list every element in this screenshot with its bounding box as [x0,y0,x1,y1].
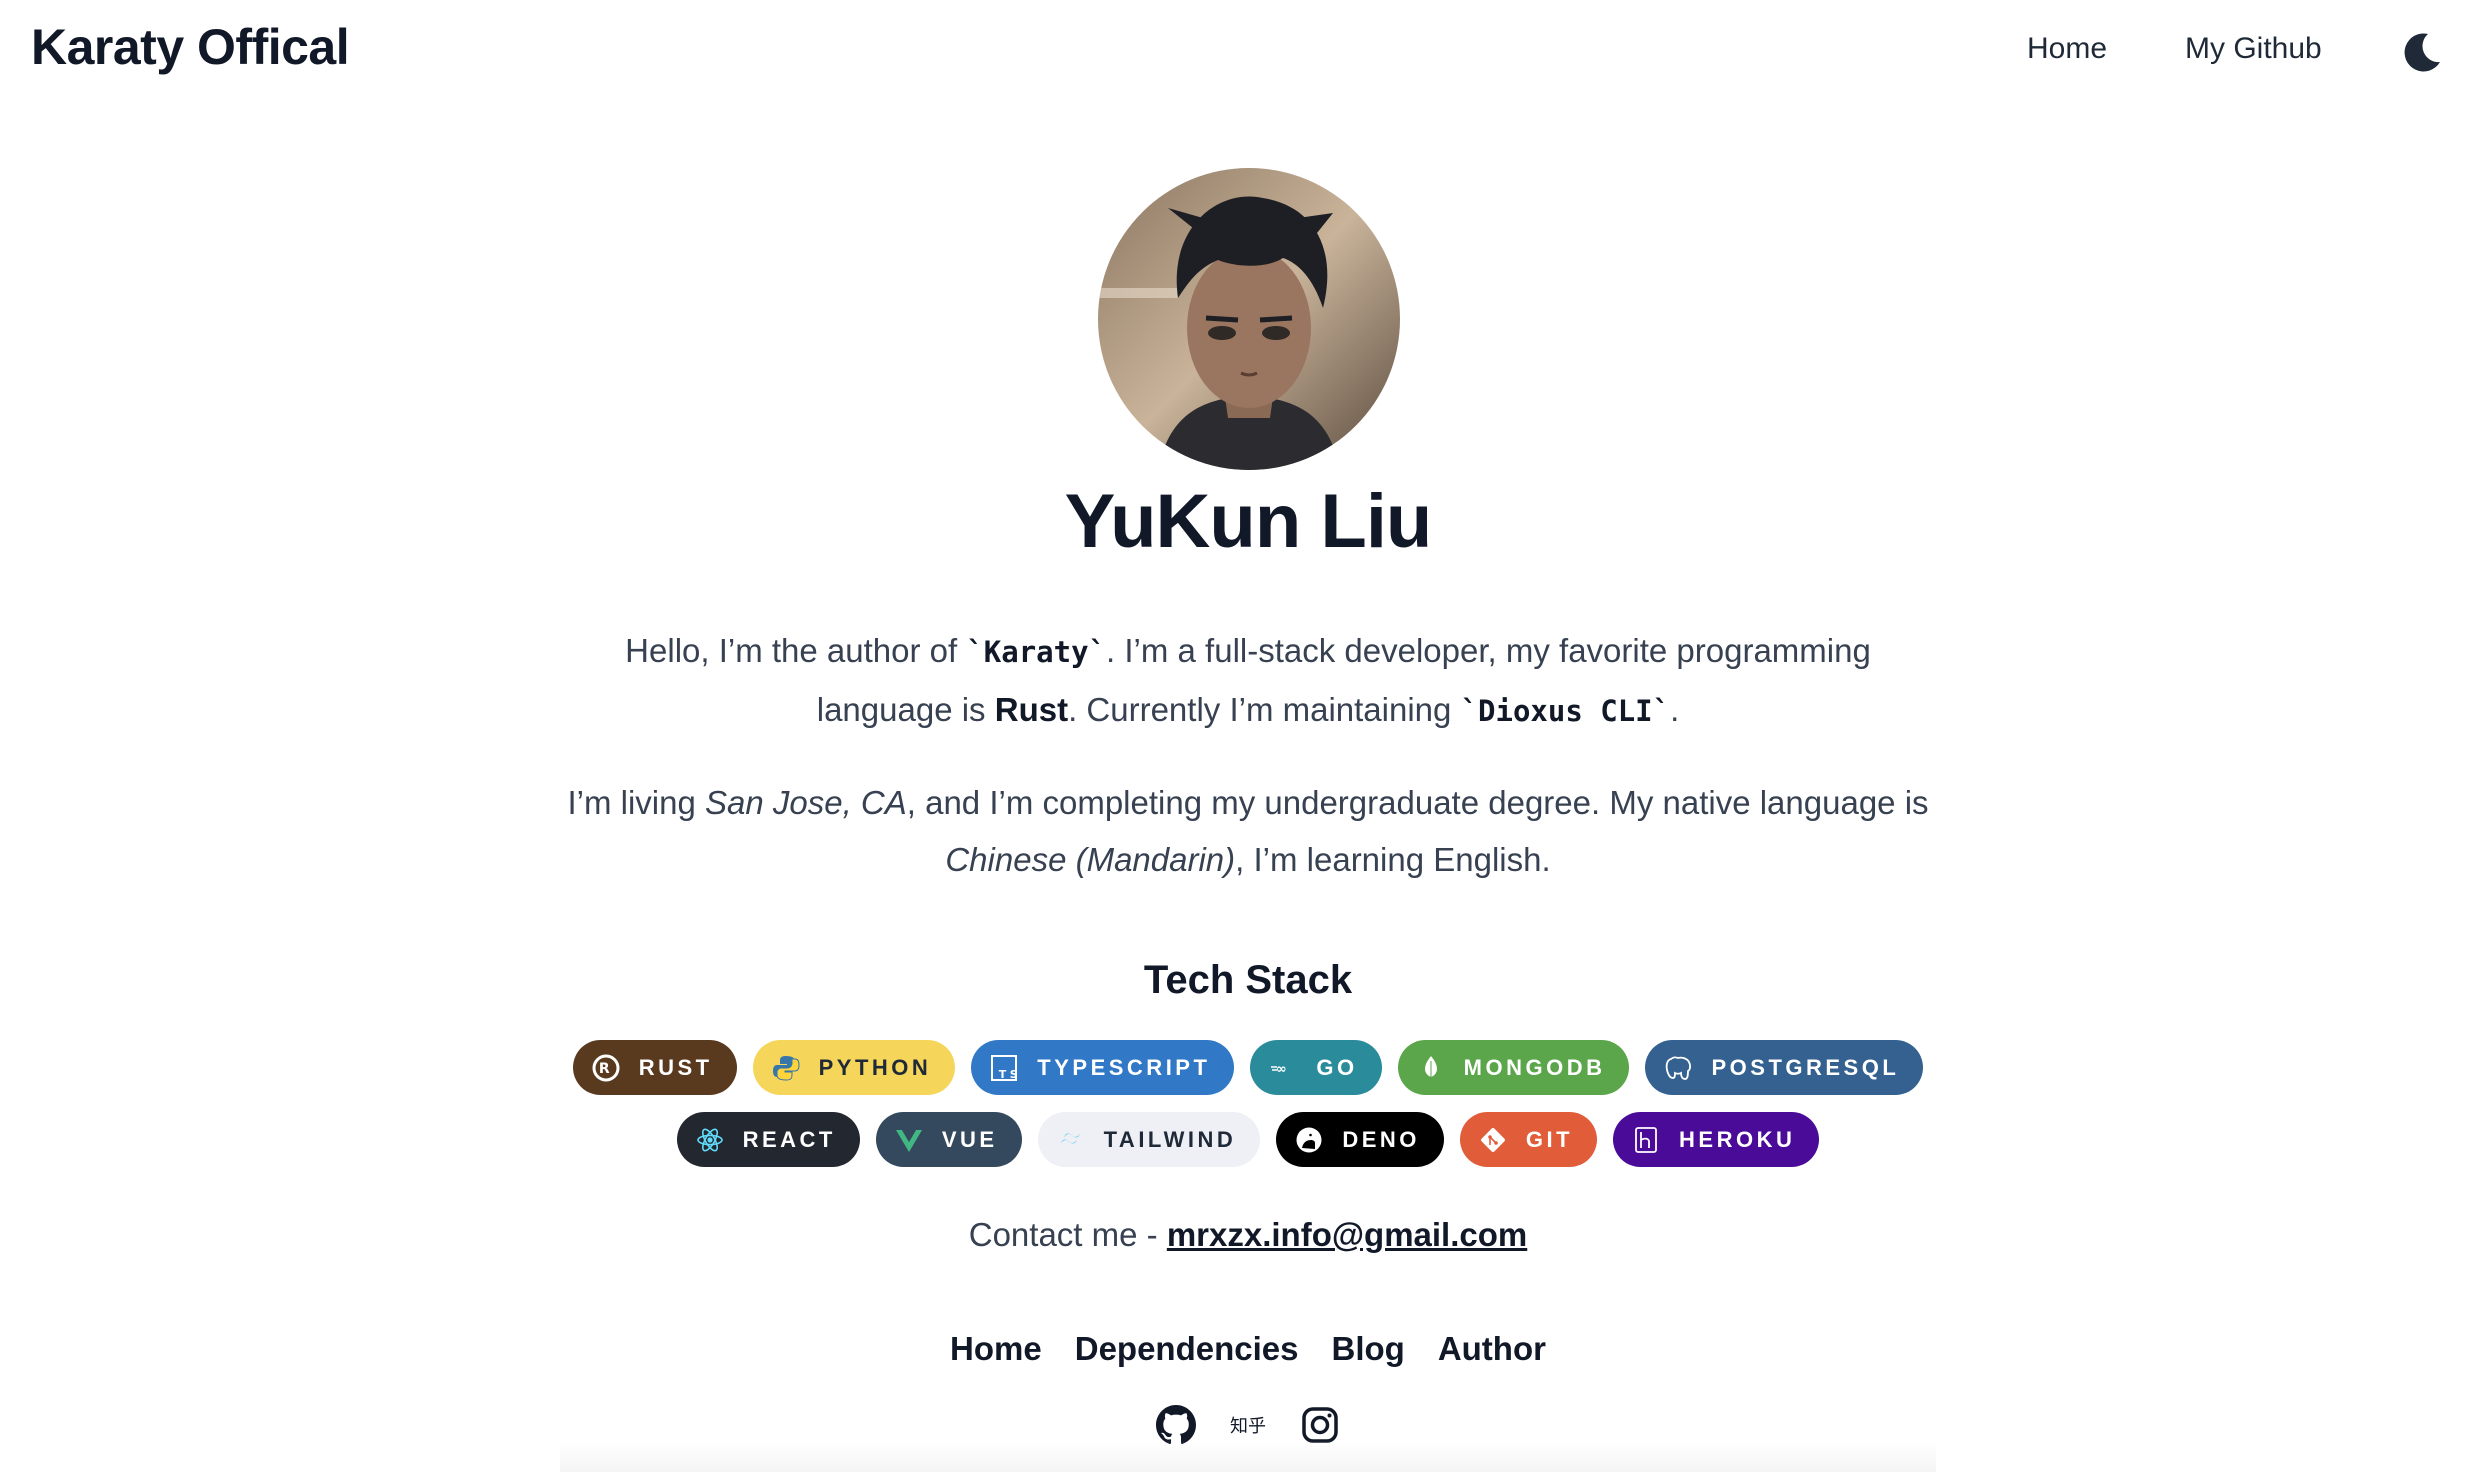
python-icon [771,1053,801,1083]
tech-badge-postgresql[interactable]: POSTGRESQL [1645,1040,1924,1095]
heroku-icon [1631,1125,1661,1155]
avatar [1098,168,1400,470]
tech-badge-typescript[interactable]: TS TYPESCRIPT [971,1040,1235,1095]
social-links: 知乎 [0,1405,2472,1445]
bio1-text-c: . Currently I’m maintaining [1068,691,1461,728]
nav-home-link[interactable]: Home [2027,32,2107,66]
mongodb-icon [1416,1053,1446,1083]
bio1-code-dioxus: `Dioxus CLI` [1460,694,1671,728]
tech-badge-label: REACT [742,1126,836,1152]
bio1-code-karaty: `Karaty` [966,635,1107,669]
moon-icon [2404,33,2440,72]
svg-text:TS: TS [999,1068,1019,1081]
footer-link-home[interactable]: Home [950,1330,1042,1368]
tech-badge-react[interactable]: REACT [676,1112,860,1167]
footer-nav: Home Dependencies Blog Author [0,1330,2472,1368]
tech-badge-label: DENO [1342,1126,1420,1152]
tech-badge-label: PYTHON [818,1054,932,1080]
rust-icon: R [591,1053,621,1083]
bio2-em-location: San Jose, CA [704,784,907,821]
bio2-text-c: , I’m learning English. [1235,841,1551,878]
tech-badge-label: TYPESCRIPT [1037,1054,1211,1080]
tech-badge-label: HEROKU [1679,1126,1796,1152]
footer-link-blog[interactable]: Blog [1331,1330,1404,1368]
vue-icon [894,1125,924,1155]
tech-badge-label: RUST [638,1054,713,1080]
bio-paragraph-2: I’m living San Jose, CA, and I’m complet… [560,774,1936,888]
profile-name: YuKun Liu [1064,479,1433,564]
tech-stack-row-2: REACT VUE TAILWIND DENO GIT HEROKU [0,1112,2472,1167]
tech-badge-mongodb[interactable]: MONGODB [1397,1040,1630,1095]
footer-link-dependencies[interactable]: Dependencies [1075,1330,1299,1368]
tech-badge-rust[interactable]: R RUST [572,1040,737,1095]
contact-line: Contact me - mrxzx.info@gmail.com [0,1216,2472,1254]
tech-badge-git[interactable]: GIT [1459,1112,1598,1167]
react-icon [695,1125,725,1155]
tech-badge-label: POSTGRESQL [1711,1054,1900,1080]
tech-badge-label: MONGODB [1463,1054,1606,1080]
tailwind-icon [1056,1125,1086,1155]
instagram-icon[interactable] [1300,1405,1340,1445]
site-title[interactable]: Karaty Offical [31,18,350,76]
svg-text:R: R [599,1061,613,1077]
contact-email-link[interactable]: mrxzx.info@gmail.com [1167,1216,1527,1253]
tech-stack-title: Tech Stack [1143,958,1353,1002]
go-icon: ∞ [1268,1053,1298,1083]
contact-label: Contact me - [968,1216,1167,1253]
git-icon [1478,1125,1508,1155]
bio1-strong-rust: Rust [994,691,1069,728]
bio1-text-a: Hello, I’m the author of [625,632,967,669]
bio2-text-a: I’m living [567,784,705,821]
tech-badge-python[interactable]: PYTHON [752,1040,956,1095]
tech-badge-vue[interactable]: VUE [875,1112,1022,1167]
tech-badge-label: GO [1316,1054,1358,1080]
tech-badge-tailwind[interactable]: TAILWIND [1037,1112,1261,1167]
tech-badge-label: TAILWIND [1103,1126,1237,1152]
dark-mode-toggle[interactable] [2398,28,2446,76]
typescript-icon: TS [989,1053,1019,1083]
tech-badge-deno[interactable]: DENO [1276,1112,1444,1167]
bio-paragraph-1: Hello, I’m the author of `Karaty`. I’m a… [560,622,1936,740]
bio2-em-language: Chinese (Mandarin) [945,841,1236,878]
zhihu-icon[interactable]: 知乎 [1230,1412,1266,1438]
nav-github-link[interactable]: My Github [2185,32,2322,66]
bio2-text-b: , and I’m completing my undergraduate de… [906,784,1929,821]
bottom-fade [560,1440,1936,1472]
footer-link-author[interactable]: Author [1438,1330,1546,1368]
tech-badge-label: VUE [941,1126,998,1152]
tech-badge-heroku[interactable]: HEROKU [1613,1112,1820,1167]
svg-text:∞: ∞ [1276,1062,1290,1077]
tech-badge-label: GIT [1525,1126,1574,1152]
postgresql-icon [1663,1053,1693,1083]
deno-icon [1294,1125,1324,1155]
bio1-text-d: . [1670,691,1680,728]
tech-badge-go[interactable]: ∞ GO [1250,1040,1382,1095]
tech-stack-row-1: R RUST PYTHON TS TYPESCRIPT ∞ GO MONGODB POSTGRE… [0,1040,2472,1095]
github-icon[interactable] [1156,1405,1196,1445]
